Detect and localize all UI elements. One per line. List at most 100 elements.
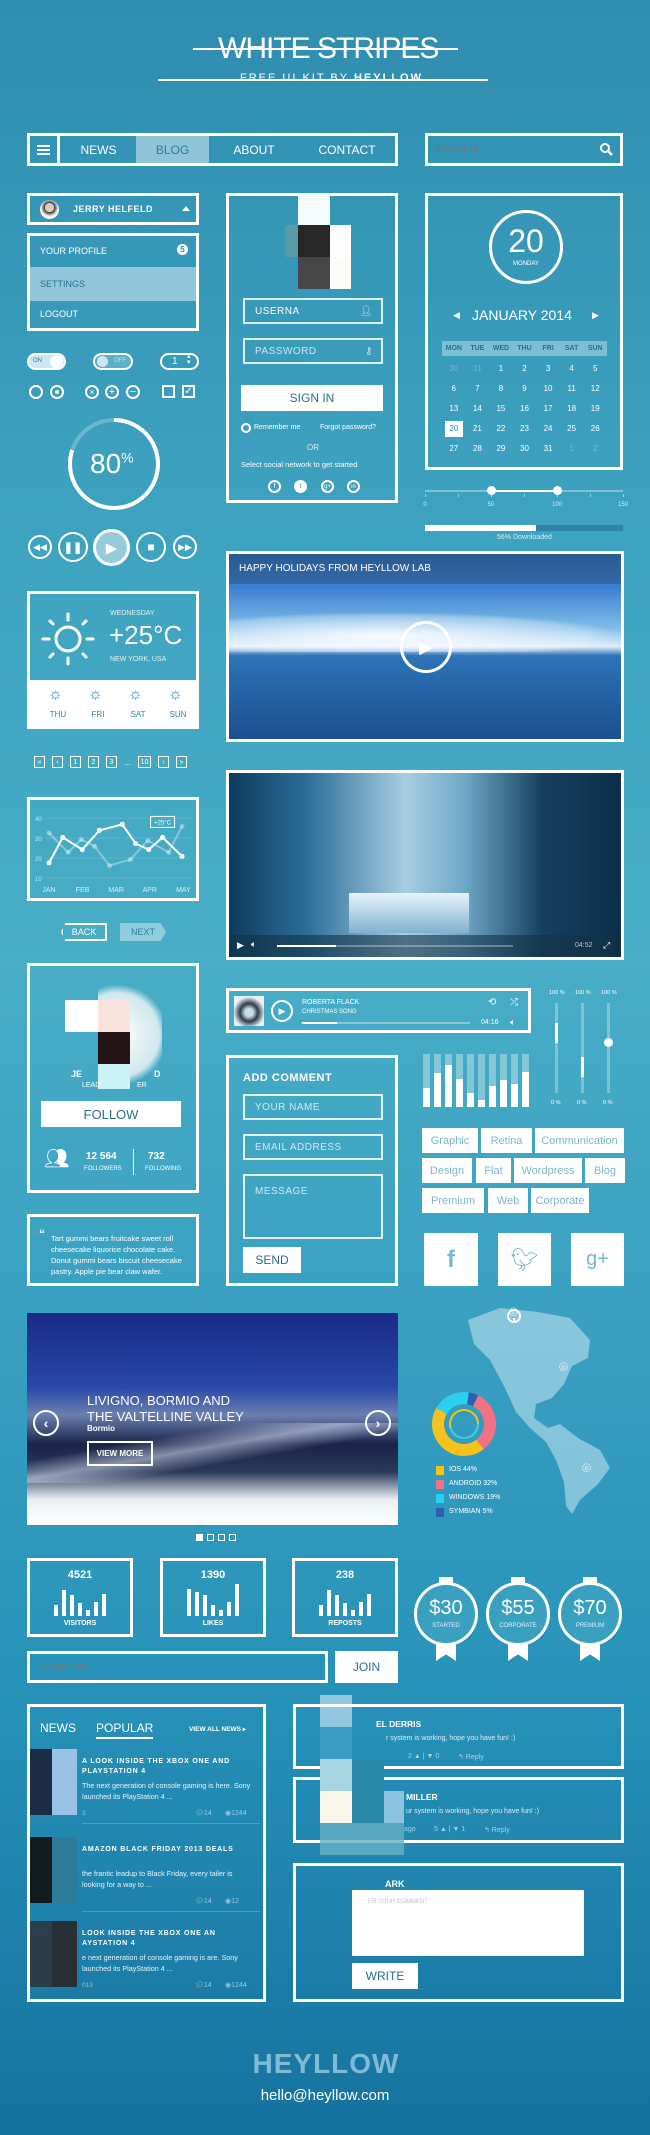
nav-blog[interactable]: BLOG [136, 136, 209, 163]
back-button[interactable]: BACK [61, 923, 107, 941]
calendar-day[interactable]: 10 [539, 381, 557, 397]
slider-dot[interactable] [196, 1534, 203, 1541]
page-button[interactable]: 2 [88, 756, 99, 768]
stepper-arrows-icon[interactable]: ▴ ▾ [187, 353, 191, 366]
search-input[interactable] [428, 136, 588, 163]
news-title[interactable]: LOOK INSIDE THE XBOX ONE AN AYSTATION 4 [82, 1929, 254, 1949]
price-badge[interactable]: $30 STARTED [414, 1577, 478, 1661]
vertical-slider-track[interactable] [581, 1003, 584, 1093]
checkbox-checked[interactable]: ✓ [182, 385, 195, 398]
menu-item-settings[interactable]: SETTINGS [30, 267, 196, 301]
nav-news[interactable]: NEWS [60, 136, 137, 163]
reply-link[interactable]: ↰ Reply [484, 1826, 510, 1834]
nav-about[interactable]: ABOUT [209, 136, 299, 163]
map-pin-icon[interactable]: ⌾ [559, 1359, 568, 1376]
tag-web[interactable]: Web [488, 1188, 528, 1213]
next-button[interactable]: NEXT [120, 923, 166, 941]
user-dropdown[interactable]: JERRY HELFELD [27, 193, 199, 225]
tag-corporate[interactable]: Corporate [531, 1188, 589, 1213]
calendar-day[interactable]: 22 [492, 421, 510, 437]
news-thumbnail[interactable] [30, 1749, 77, 1815]
radio-unchecked[interactable] [29, 385, 43, 399]
map-pin-icon[interactable]: ⌾ [509, 1304, 518, 1321]
calendar-day[interactable]: 27 [445, 441, 463, 457]
play-icon[interactable]: ▶ [237, 940, 244, 951]
calendar-day[interactable]: 2 [586, 441, 604, 457]
calendar-day[interactable]: 21 [469, 421, 487, 437]
calendar-day[interactable]: 16 [516, 401, 534, 417]
vertical-slider-handle[interactable] [581, 1057, 584, 1077]
video-player-holiday[interactable]: HAPPY HOLIDAYS FROM HEYLLOW LAB ▶ [226, 551, 624, 742]
volume-icon[interactable]: 🔈︎ [510, 1017, 515, 1028]
calendar-day-selected[interactable]: 20 [445, 421, 463, 437]
footer-email[interactable]: hello@heyllow.com [255, 2087, 395, 2104]
calendar-day[interactable]: 9 [516, 381, 534, 397]
volume-icon[interactable]: 🔈︎ [251, 939, 256, 950]
video-seekbar[interactable] [277, 945, 513, 947]
vertical-slider-handle[interactable] [555, 1022, 558, 1043]
close-icon[interactable]: × [85, 385, 99, 399]
calendar-day[interactable]: 14 [469, 401, 487, 417]
message-field[interactable]: MESSAGE [243, 1174, 383, 1239]
map-pin-icon[interactable]: ⌾ [582, 1460, 591, 1477]
calendar-day[interactable]: 28 [469, 441, 487, 457]
video-player-forest[interactable]: ▶ 🔈︎ 04:52 ⤢ [226, 770, 624, 960]
calendar-day[interactable]: 17 [539, 401, 557, 417]
facebook-icon[interactable]: f [268, 480, 281, 493]
calendar-day[interactable]: 30 [445, 361, 463, 377]
sign-in-button[interactable]: SIGN IN [241, 385, 383, 411]
facebook-button[interactable]: f [424, 1233, 478, 1286]
page-button[interactable]: » [176, 756, 187, 768]
next-month-icon[interactable]: ▶ [592, 310, 599, 321]
linkedin-icon[interactable]: in [347, 480, 360, 493]
news-title[interactable]: AMAZON BLACK FRIDAY 2013 DEALS [82, 1845, 254, 1855]
fast-forward-icon[interactable]: ▶▶ [173, 535, 197, 559]
page-button[interactable]: 1 [70, 756, 81, 768]
calendar-day[interactable]: 3 [539, 361, 557, 377]
slider-dot[interactable] [207, 1534, 214, 1541]
view-more-button[interactable]: VIEW MORE [87, 1441, 153, 1466]
price-badge[interactable]: $70 PREMIUM [558, 1577, 622, 1661]
page-button[interactable]: 3 [106, 756, 117, 768]
calendar-day[interactable]: 1 [492, 361, 510, 377]
calendar-day[interactable]: 19 [586, 401, 604, 417]
tab-popular[interactable]: POPULAR [96, 1721, 154, 1739]
tag-premium[interactable]: Premium [422, 1188, 484, 1213]
page-button[interactable]: › [158, 756, 169, 768]
write-button[interactable]: WRITE [352, 1963, 418, 1989]
username-field[interactable]: USERNA 👤︎ [243, 298, 383, 324]
calendar-day[interactable]: 25 [563, 421, 581, 437]
calendar-day[interactable]: 30 [516, 441, 534, 457]
calendar-day[interactable]: 7 [469, 381, 487, 397]
calendar-day[interactable]: 26 [586, 421, 604, 437]
password-field[interactable]: PASSWORD ⚷ [243, 338, 383, 364]
news-thumbnail[interactable] [30, 1921, 77, 1987]
search-icon[interactable] [600, 143, 613, 156]
vote-controls[interactable]: 5 ▲ | ▼ 1 [434, 1826, 465, 1833]
twitter-button[interactable]: 🐦︎ [498, 1233, 551, 1286]
tag-wordpress[interactable]: Wordpress [514, 1158, 582, 1183]
page-button[interactable]: 10 [138, 756, 151, 768]
page-button[interactable]: ‹ [52, 756, 63, 768]
google-plus-button[interactable]: g+ [571, 1233, 624, 1286]
tag-retina[interactable]: Retina [481, 1128, 532, 1153]
calendar-day[interactable]: 29 [492, 441, 510, 457]
rewind-icon[interactable]: ◀◀ [28, 535, 52, 559]
comment-textarea[interactable]: ER YOUR COMMENT [352, 1890, 584, 1956]
join-button[interactable]: JOIN [335, 1651, 398, 1683]
number-stepper[interactable]: 1 ▴ ▾ [160, 353, 199, 370]
name-field[interactable]: YOUR NAME [243, 1094, 383, 1120]
minus-icon[interactable]: − [126, 385, 140, 399]
vertical-slider-track[interactable] [555, 1003, 558, 1093]
calendar-day[interactable]: 31 [469, 361, 487, 377]
tab-news[interactable]: NEWS [40, 1721, 76, 1735]
calendar-day[interactable]: 2 [516, 361, 534, 377]
tag-communication[interactable]: Communication [535, 1128, 624, 1153]
calendar-day[interactable]: 5 [586, 361, 604, 377]
toggle-off[interactable]: OFF [93, 353, 133, 370]
news-thumbnail[interactable] [30, 1837, 77, 1903]
vertical-slider-track[interactable] [604, 1003, 613, 1093]
vote-controls[interactable]: 2 ▲ | ▼ 0 [408, 1753, 439, 1760]
calendar-day[interactable]: 1 [563, 441, 581, 457]
calendar-day[interactable]: 31 [539, 441, 557, 457]
